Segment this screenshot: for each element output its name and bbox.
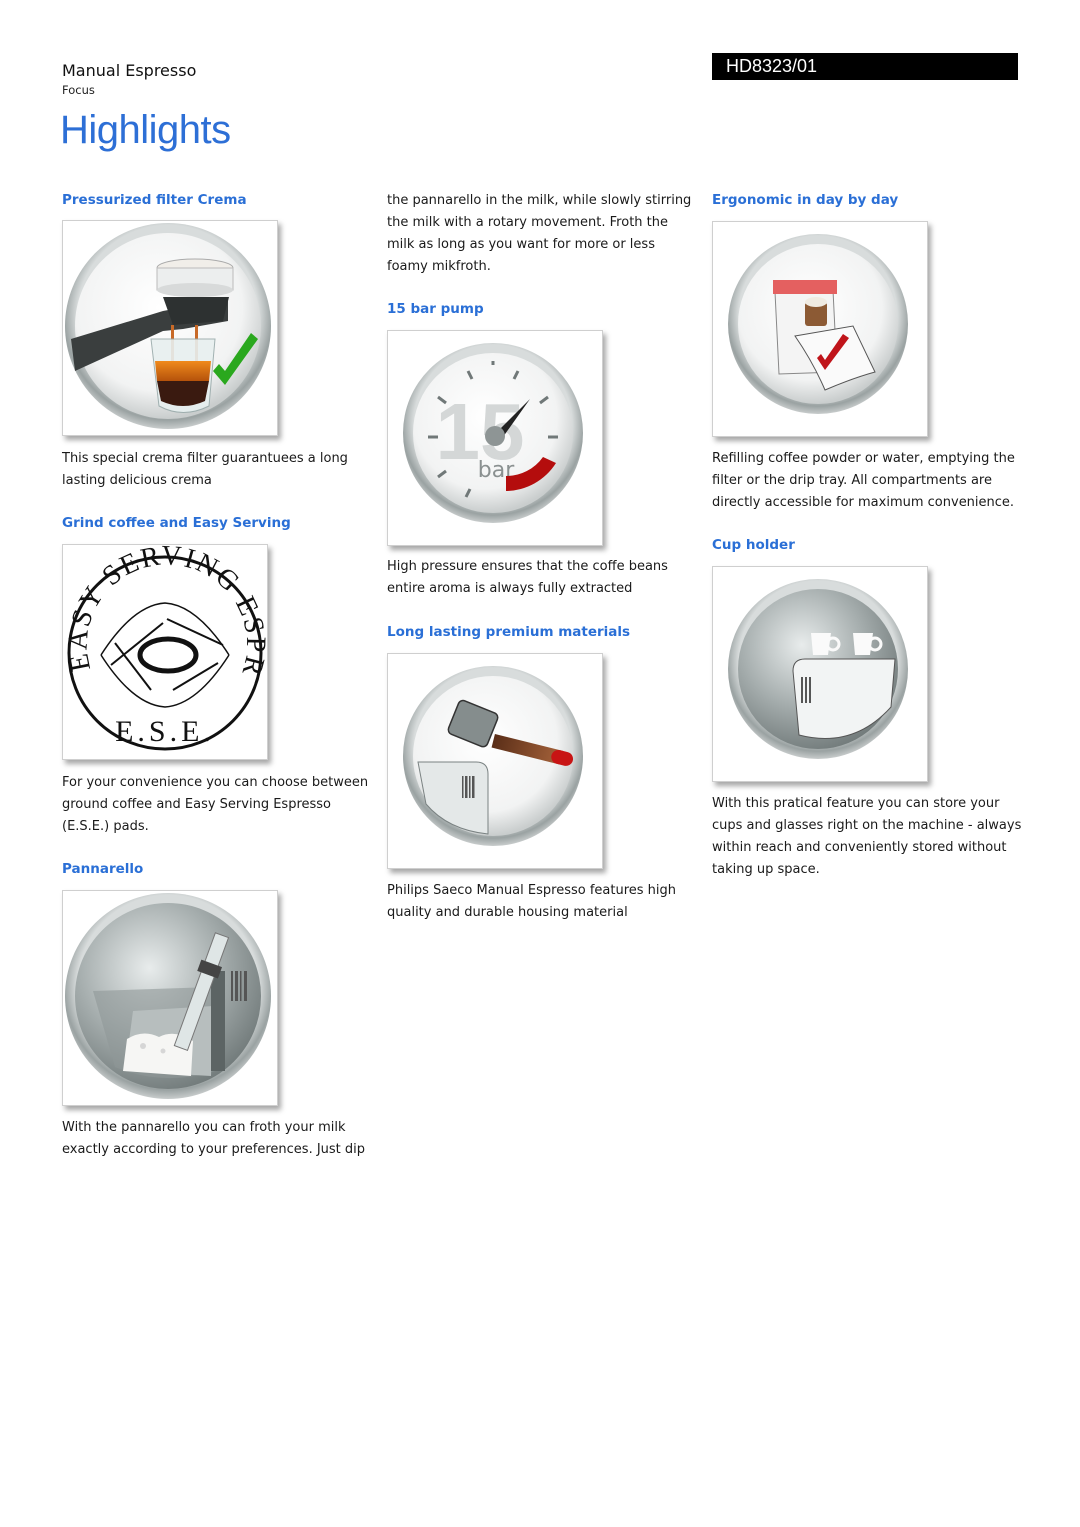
feature-title-pressurized-filter: Pressurized filter Crema <box>62 192 247 208</box>
feature-desc-grind-coffee: For your convenience you can choose betw… <box>62 775 369 834</box>
feature-desc-pressurized-filter: This special crema filter guarantuees a … <box>62 451 348 488</box>
svg-text:EASY SERVING ESPRESSO: EASY SERVING ESPRESSO <box>63 545 267 681</box>
pannarello-frother-icon <box>62 890 278 1106</box>
hammer-icon <box>387 653 603 869</box>
ese-logo: EASY SERVING ESPRESSO E.S.E. <box>62 544 268 760</box>
product-name: Manual Espresso <box>62 61 197 80</box>
feature-title-15-bar-pump: 15 bar pump <box>387 301 484 317</box>
pressure-gauge-icon: 15 bar <box>387 330 603 546</box>
feature-title-grind-coffee: Grind coffee and Easy Serving <box>62 515 291 531</box>
feature-desc-cup-holder: With this pratical feature you can store… <box>712 796 1022 877</box>
feature-title-pannarello: Pannarello <box>62 861 144 877</box>
calendar-check-icon <box>712 221 928 437</box>
feature-desc-pannarello-part1: With the pannarello you can froth your m… <box>62 1120 366 1157</box>
product-line: Focus <box>62 83 95 97</box>
feature-desc-long-lasting-materials: Philips Saeco Manual Espresso features h… <box>387 883 677 920</box>
feature-title-long-lasting-materials: Long lasting premium materials <box>387 624 631 640</box>
feature-title-ergonomic: Ergonomic in day by day <box>712 192 899 208</box>
cup-holder-icon <box>712 566 928 782</box>
ese-acronym: E.S.E. <box>115 715 215 748</box>
feature-desc-ergonomic: Refilling coffee powder or water, emptyi… <box>712 451 1015 510</box>
espresso-crema-check-icon <box>62 220 278 436</box>
feature-desc-pannarello-part2: the pannarello in the milk, while slowly… <box>387 193 692 274</box>
ese-ring-text: EASY SERVING ESPRESSO <box>63 545 267 681</box>
feature-desc-15-bar-pump: High pressure ensures that the coffe bea… <box>387 559 668 596</box>
model-number: HD8323/01 <box>726 56 818 76</box>
feature-title-cup-holder: Cup holder <box>712 537 795 553</box>
page-title: Highlights <box>60 108 231 152</box>
model-number-box: HD8323/01 <box>712 53 1018 80</box>
